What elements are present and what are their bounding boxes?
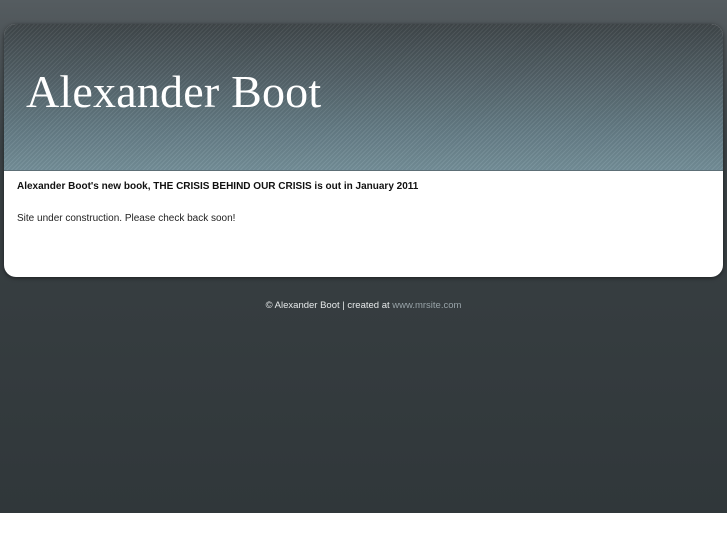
header-banner: Alexander Boot [4, 24, 723, 171]
content-card: Alexander Boot Alexander Boot's new book… [4, 24, 723, 277]
footer: © Alexander Boot | created at www.mrsite… [0, 300, 727, 312]
main-content: Alexander Boot's new book, THE CRISIS BE… [17, 180, 707, 225]
footer-copyright: © Alexander Boot | created at [265, 300, 390, 311]
footer-link-mrsite[interactable]: www.mrsite.com [392, 300, 461, 311]
book-announcement: Alexander Boot's new book, THE CRISIS BE… [17, 181, 419, 192]
site-title: Alexander Boot [26, 66, 322, 117]
construction-notice: Site under construction. Please check ba… [17, 213, 236, 224]
